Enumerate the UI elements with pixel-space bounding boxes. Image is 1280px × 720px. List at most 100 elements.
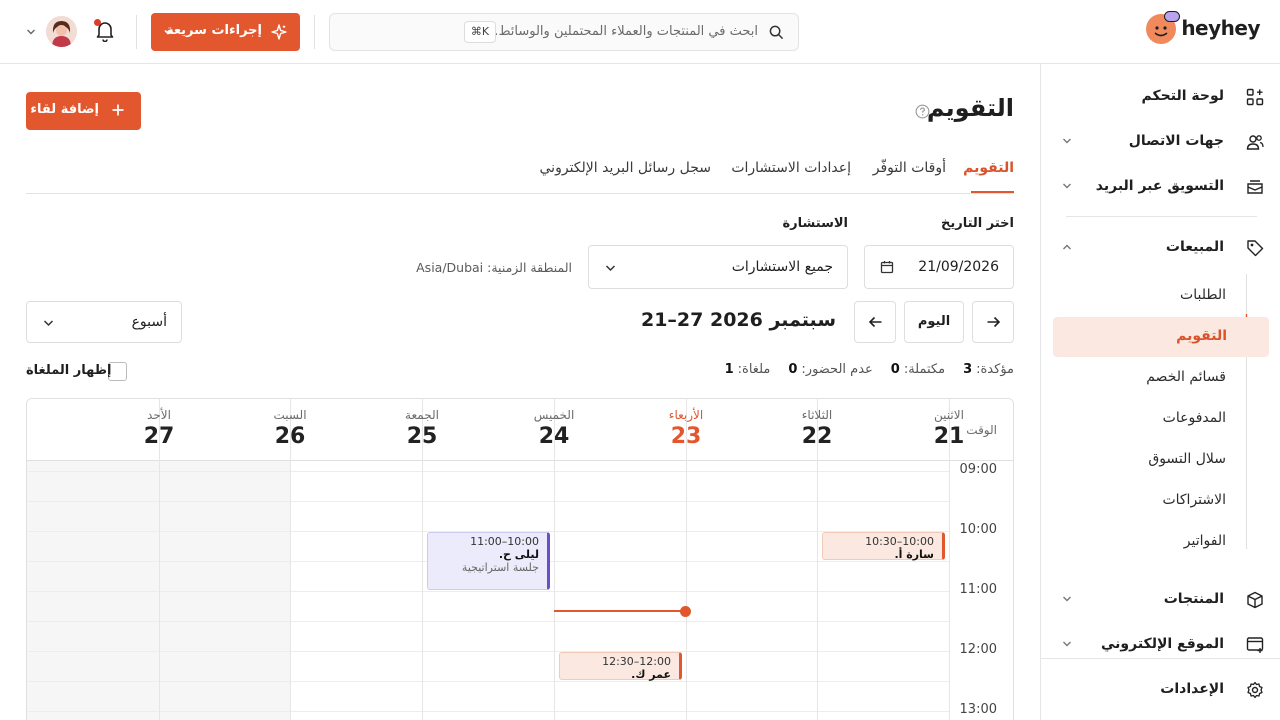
email-marketing-icon [1246,178,1264,196]
next-week-button[interactable] [972,301,1014,343]
sidebar-subitem-invoices[interactable]: الفواتير [1040,524,1280,560]
chevron-down-icon [1062,640,1072,648]
top-bar: heyhey ابحث في المنتجات والعملاء المحتمل… [0,0,1280,64]
day-header-sunday[interactable]: الأحد 27 [27,399,175,461]
event-card[interactable]: 12:00–12:30 عمر ك. [559,652,682,681]
sidebar-subitem-label: الفواتير [1183,533,1226,549]
box-icon [1246,591,1264,609]
consultation-select[interactable]: جميع الاستشارات [588,245,848,289]
grid-line [27,471,949,472]
week-calendar: الوقت الاثنين 21 الثلاثاء 22 الأربعاء 23… [26,398,1014,720]
help-icon[interactable] [915,104,930,119]
add-meeting-button[interactable]: إضافة لقاء [26,92,141,130]
sidebar-subitem-calendar[interactable]: التقويم [1053,317,1269,357]
sidebar-item-products[interactable]: المنتجات [1040,580,1280,620]
stat-value: 3 [963,362,973,377]
status-summary: مؤكدة:3 مكتملة: 0 عدم الحضور:0 ملغاة:1 [725,362,1014,377]
day-name: السبت [273,408,307,422]
event-card[interactable]: 10:00–11:00 ليلى ح. جلسة استراتيجية [427,532,550,590]
search-input[interactable]: ابحث في المنتجات والعملاء المحتملين والو… [486,24,758,39]
chevron-down-icon[interactable] [26,28,36,36]
sidebar-item-contacts[interactable]: جهات الاتصال [1040,122,1280,162]
chevron-down-icon [163,27,173,37]
website-icon [1246,636,1264,654]
grid-line [27,501,949,502]
date-value: 21/09/2026 [918,259,999,275]
consult-field-label: الاستشارة [782,216,849,231]
sidebar-item-sales[interactable]: المبيعات [1040,228,1280,268]
chevron-down-icon [43,319,54,327]
event-name: ليلى ح. [498,548,539,561]
avatar[interactable] [46,16,77,47]
divider [314,15,315,49]
day-name: الخميس [533,408,575,422]
show-cancelled-toggle[interactable]: إظهار الملغاة [26,362,128,382]
search-bar[interactable]: ابحث في المنتجات والعملاء المحتملين والو… [329,13,799,51]
sidebar-item-label: المنتجات [1163,591,1224,607]
sidebar-subitem-label: المدفوعات [1162,410,1226,426]
quick-actions-button[interactable]: إجراءات سريعة [151,13,300,51]
stat-no-show: عدم الحضور:0 [788,362,872,377]
divider [136,15,137,49]
sidebar-item-label: جهات الاتصال [1128,133,1224,149]
gear-icon [1246,681,1264,699]
chevron-down-icon [605,264,616,272]
tab-calendar[interactable]: التقويم [963,160,1014,176]
day-number: 24 [538,424,570,449]
sidebar-subitem-payments[interactable]: المدفوعات [1040,401,1280,437]
stat-label: مؤكدة: [976,362,1014,377]
hour-label: 12:00 [959,642,997,657]
prev-week-button[interactable] [854,301,896,343]
search-icon [769,25,784,40]
stat-cancelled: ملغاة:1 [725,362,771,377]
brand-logo[interactable]: heyhey [1146,11,1260,49]
day-name: الثلاثاء [801,408,833,422]
date-picker[interactable]: 21/09/2026 [864,245,1014,289]
date-range-label: 21–27 سبتمبر 2026 [640,309,836,331]
sidebar: لوحة التحكم جهات الاتصال التسويق عبر الب… [1040,64,1280,720]
hour-label: 10:00 [959,522,997,537]
consultation-value: جميع الاستشارات [731,259,833,275]
sidebar-item-label: الإعدادات [1160,681,1224,697]
dashboard-icon [1246,88,1264,106]
view-select[interactable]: أسبوع [26,301,182,343]
stat-value: 1 [724,362,734,377]
day-name: الأربعاء [668,408,704,422]
grid-line [27,681,949,682]
event-description: جلسة استراتيجية [461,561,539,574]
grid-line [27,651,949,652]
tab-email-log[interactable]: سجل رسائل البريد الإلكتروني [540,160,711,176]
event-card[interactable]: 10:00–10:30 سارة أ. [822,532,945,561]
sparkle-icon [271,24,287,40]
sidebar-subitem-subscriptions[interactable]: الاشتراكات [1040,483,1280,519]
today-label: اليوم [917,314,951,329]
current-time-line [554,610,685,612]
sidebar-subitem-coupons[interactable]: قسائم الخصم [1040,360,1280,396]
day-number: 21 [933,424,965,449]
plus-icon [111,103,125,117]
notification-dot [94,19,101,26]
sidebar-item-settings[interactable]: الإعدادات [1040,670,1280,710]
sidebar-item-dashboard[interactable]: لوحة التحكم [1040,77,1280,117]
sidebar-item-email-marketing[interactable]: التسويق عبر البريد [1040,167,1280,207]
tab-consult-settings[interactable]: إعدادات الاستشارات [731,160,851,176]
sidebar-subitem-label: قسائم الخصم [1146,369,1226,385]
tabs-divider [26,193,1014,194]
grid-line [27,711,949,712]
day-number: 22 [801,424,833,449]
sidebar-item-website[interactable]: الموقع الإلكتروني [1040,625,1280,665]
search-shortcut-badge: ⌘K [464,21,496,43]
tab-availability[interactable]: أوقات التوفّر [873,160,946,176]
sidebar-subitem-label: الطلبات [1180,287,1226,303]
sidebar-subitem-orders[interactable]: الطلبات [1040,278,1280,314]
sidebar-item-label: المبيعات [1165,239,1224,255]
stat-value: 0 [788,362,798,377]
today-button[interactable]: اليوم [904,301,964,343]
show-cancelled-label: إظهار الملغاة [26,363,112,378]
sidebar-subitem-carts[interactable]: سلال التسوق [1040,442,1280,478]
stat-label: مكتملة: [903,362,946,377]
chevron-down-icon [1062,595,1072,603]
arrow-right-icon [986,315,1001,329]
hour-label: 09:00 [959,462,997,477]
calendar-header: الوقت الاثنين 21 الثلاثاء 22 الأربعاء 23… [27,399,1013,461]
